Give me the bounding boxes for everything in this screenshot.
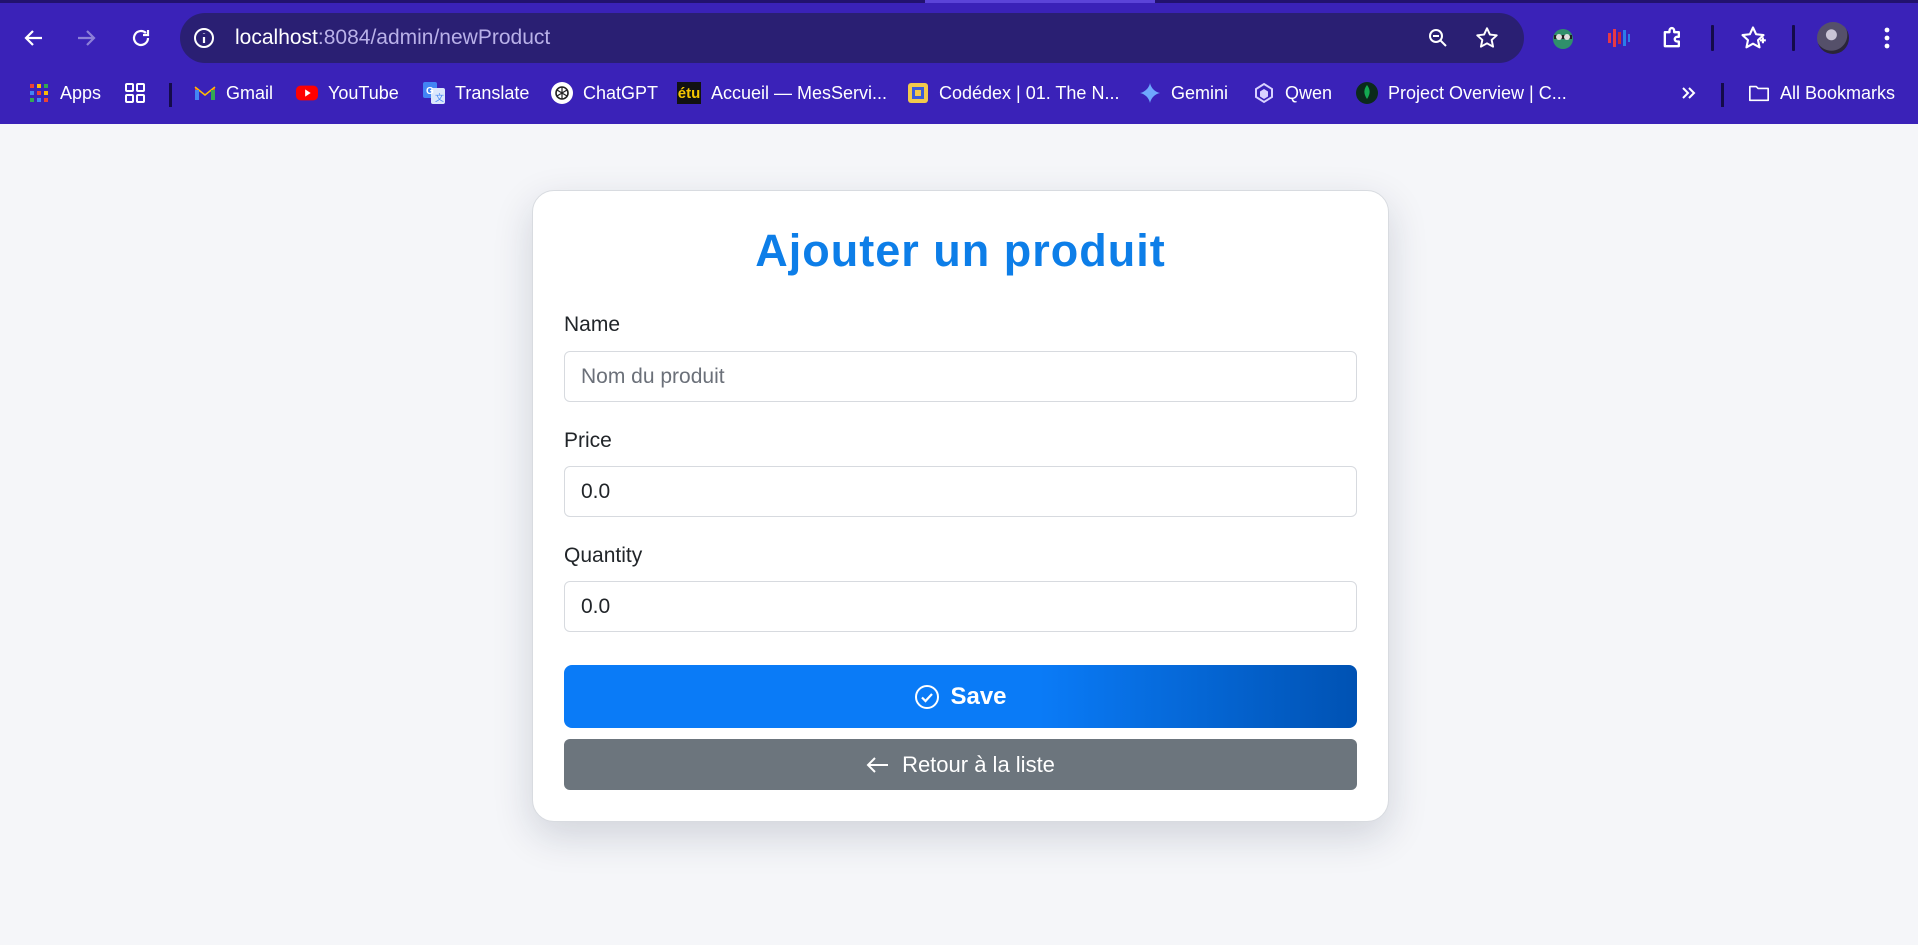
bookmark-apps[interactable]: Apps [28,72,101,114]
browser-toolbar: localhost:8084/admin/newProduct [0,10,1918,66]
save-button[interactable]: Save [564,665,1357,728]
bookmark-label: ChatGPT [583,82,659,103]
save-label: Save [950,682,1007,710]
youtube-icon [296,82,318,104]
toolbar-separator [1711,25,1714,51]
page-title: Ajouter un produit [755,225,1166,276]
price-label: Price [564,429,612,452]
codedex-icon [907,82,929,104]
apps-grid-icon [28,82,50,104]
bookmark-qwen[interactable]: Qwen [1253,72,1332,114]
svg-text:G: G [426,86,434,97]
url-text[interactable]: localhost:8084/admin/newProduct [235,26,550,50]
url-host: localhost [235,26,318,49]
check-circle-icon [915,684,940,709]
bookmark-label: YouTube [328,82,399,103]
product-form-card: Ajouter un produit Name Price Quantity S… [532,190,1389,822]
arrow-right-icon [78,30,96,46]
menu-kebab-icon[interactable] [1872,23,1902,53]
bookmarks-separator [1721,83,1724,107]
zoom-icon[interactable] [1426,26,1450,50]
arrow-left-icon [866,756,889,773]
bookmark-label: Codédex | 01. The N... [939,82,1120,103]
more-bookmarks-button[interactable] [1678,72,1700,114]
bookmark-label: Project Overview | C... [1388,82,1567,103]
tab-strip-edge [0,0,1918,3]
mongodb-leaf-icon [1356,82,1378,104]
qwen-icon [1253,82,1275,104]
price-input[interactable] [564,466,1357,517]
extension-audio-icon[interactable] [1603,23,1633,53]
bookmark-accueil[interactable]: étu Accueil — MesServi... [677,72,887,114]
extension-spy-icon[interactable] [1548,23,1578,53]
quantity-input[interactable] [564,581,1357,632]
bookmark-label: Translate [455,82,530,103]
quantity-label: Quantity [564,544,643,567]
active-tab-edge [925,0,1155,3]
svg-text:文: 文 [435,92,444,103]
site-info-icon[interactable] [192,26,216,50]
bookmark-label: Gmail [226,82,274,103]
double-chevron-right-icon [1678,82,1700,104]
arrow-left-icon [24,30,42,46]
all-bookmarks-label: All Bookmarks [1780,82,1896,103]
bookmark-label: Qwen [1285,82,1333,103]
bookmark-translate[interactable]: G文 Translate [423,72,529,114]
tab-groups-icon [124,82,146,104]
bookmark-chatgpt[interactable]: ChatGPT [551,72,658,114]
address-bar[interactable]: localhost:8084/admin/newProduct [180,13,1524,63]
gemini-icon [1139,82,1161,104]
name-label: Name [564,313,621,336]
url-path: :8084/admin/newProduct [317,26,551,49]
tab-groups-button[interactable] [124,72,146,114]
reload-icon [132,29,150,47]
bookmark-label: Gemini [1171,82,1229,103]
browser-chrome: localhost:8084/admin/newProduct Apps Gma… [0,0,1918,124]
back-button[interactable] [14,10,54,66]
bookmark-project-overview[interactable]: Project Overview | C... [1356,72,1567,114]
name-input[interactable] [564,351,1357,402]
etu-icon: étu [677,82,701,104]
bookmark-codedex[interactable]: Codédex | 01. The N... [907,72,1119,114]
bookmark-label: Accueil — MesServi... [711,82,888,103]
bookmark-youtube[interactable]: YouTube [296,72,399,114]
bookmark-gemini[interactable]: Gemini [1139,72,1228,114]
reading-list-star-icon[interactable] [1738,23,1768,53]
gmail-icon [194,82,216,104]
translate-icon: G文 [423,82,445,104]
bookmark-label: Apps [60,82,102,103]
forward-button[interactable] [66,10,106,66]
chatgpt-icon [551,82,573,104]
bookmark-star-icon[interactable] [1474,25,1500,51]
folder-icon [1748,82,1770,104]
all-bookmarks-button[interactable]: All Bookmarks [1748,72,1895,114]
bookmarks-separator [169,83,172,107]
toolbar-separator [1792,25,1795,51]
back-label: Retour à la liste [902,751,1055,777]
reload-button[interactable] [121,10,161,66]
extensions-puzzle-icon[interactable] [1658,23,1688,53]
profile-avatar[interactable] [1817,22,1849,54]
back-to-list-button[interactable]: Retour à la liste [564,739,1357,790]
bookmarks-bar: Apps Gmail YouTube G文 Translate ChatGPT … [0,72,1918,114]
bookmark-gmail[interactable]: Gmail [194,72,273,114]
